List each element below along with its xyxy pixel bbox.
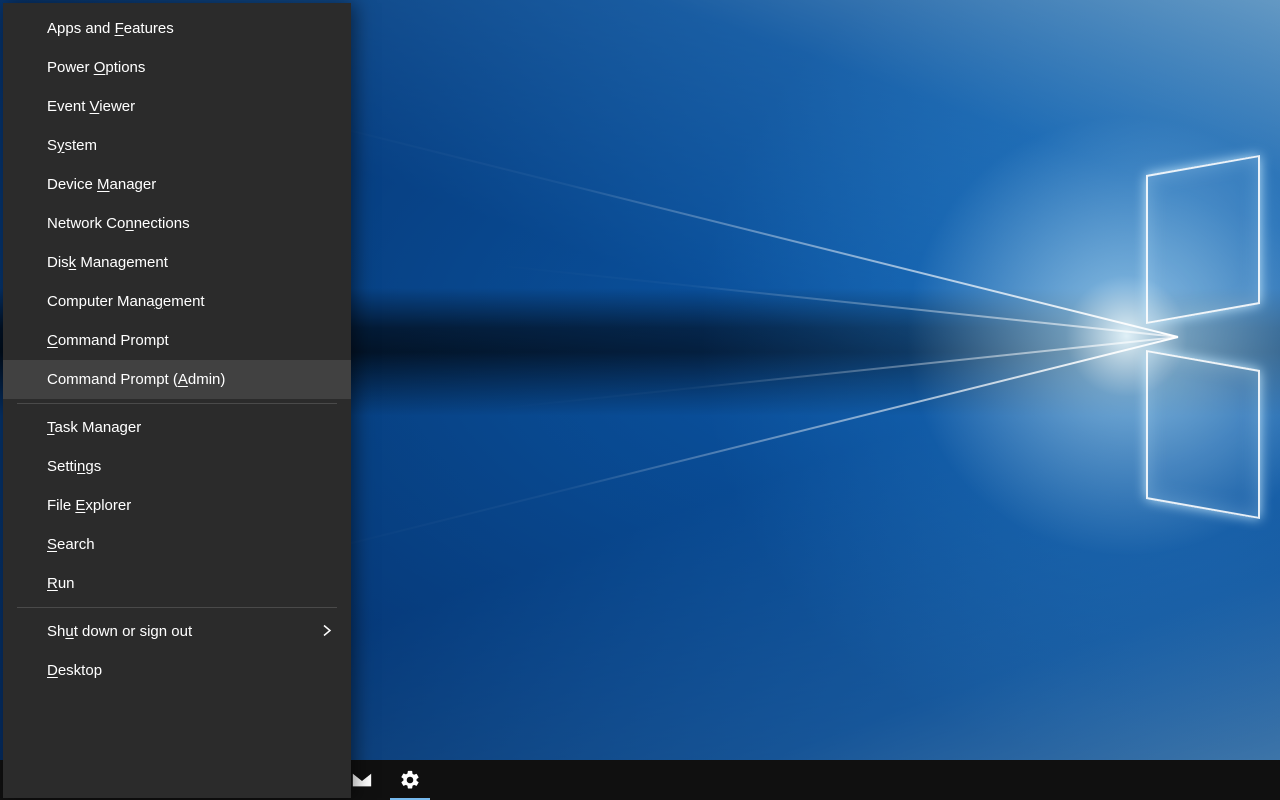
menu-item-label: Task Manager xyxy=(47,408,141,447)
menu-item-label: System xyxy=(47,126,97,165)
winx-item-disk-management[interactable]: Disk Management xyxy=(3,243,351,282)
winx-item-run[interactable]: Run xyxy=(3,564,351,603)
menu-item-label: Computer Management xyxy=(47,282,205,321)
menu-item-label: Shut down or sign out xyxy=(47,612,192,651)
menu-item-label: Search xyxy=(47,525,95,564)
winx-item-desktop[interactable]: Desktop xyxy=(3,651,351,690)
winx-item-search[interactable]: Search xyxy=(3,525,351,564)
winx-item-shut-down-or-sign-out[interactable]: Shut down or sign out xyxy=(3,612,351,651)
winx-power-user-menu[interactable]: Apps and FeaturesPower OptionsEvent View… xyxy=(3,3,351,798)
window-pane-glint xyxy=(1146,350,1260,519)
winx-item-event-viewer[interactable]: Event Viewer xyxy=(3,87,351,126)
settings-icon[interactable] xyxy=(386,760,434,800)
winx-item-command-prompt-admin[interactable]: Command Prompt (Admin) xyxy=(3,360,351,399)
winx-item-power-options[interactable]: Power Options xyxy=(3,48,351,87)
menu-item-label: Device Manager xyxy=(47,165,156,204)
light-beam xyxy=(481,336,1177,411)
winx-item-file-explorer[interactable]: File Explorer xyxy=(3,486,351,525)
chevron-right-icon xyxy=(321,612,333,651)
menu-item-label: Command Prompt (Admin) xyxy=(47,360,225,399)
menu-item-label: Command Prompt xyxy=(47,321,169,360)
menu-item-label: Network Connections xyxy=(47,204,190,243)
menu-item-label: Settings xyxy=(47,447,101,486)
light-beam xyxy=(304,336,1178,556)
winx-item-system[interactable]: System xyxy=(3,126,351,165)
winx-item-command-prompt[interactable]: Command Prompt xyxy=(3,321,351,360)
winx-item-task-manager[interactable]: Task Manager xyxy=(3,408,351,447)
menu-separator xyxy=(17,403,337,404)
winx-item-computer-management[interactable]: Computer Management xyxy=(3,282,351,321)
light-beam xyxy=(304,118,1178,338)
menu-item-label: File Explorer xyxy=(47,486,131,525)
light-beam xyxy=(481,263,1177,338)
winx-item-apps-and-features[interactable]: Apps and Features xyxy=(3,9,351,48)
menu-item-label: Disk Management xyxy=(47,243,168,282)
menu-separator xyxy=(17,607,337,608)
menu-item-label: Power Options xyxy=(47,48,145,87)
winx-item-settings[interactable]: Settings xyxy=(3,447,351,486)
window-pane-glint xyxy=(1146,155,1260,324)
menu-item-label: Run xyxy=(47,564,75,603)
menu-item-label: Event Viewer xyxy=(47,87,135,126)
menu-item-label: Desktop xyxy=(47,651,102,690)
menu-item-label: Apps and Features xyxy=(47,9,174,48)
winx-item-network-connections[interactable]: Network Connections xyxy=(3,204,351,243)
winx-item-device-manager[interactable]: Device Manager xyxy=(3,165,351,204)
